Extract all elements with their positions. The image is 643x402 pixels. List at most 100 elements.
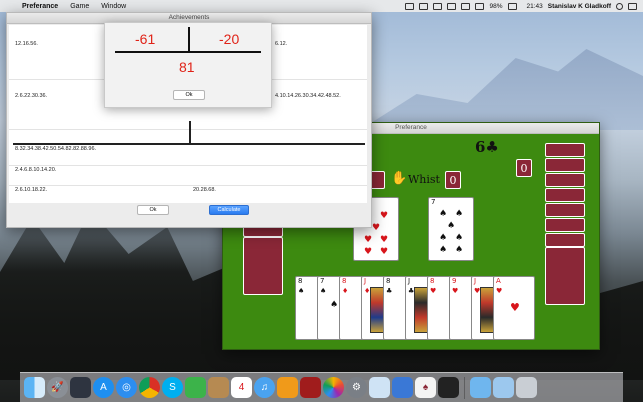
left-player-card-back (243, 237, 283, 295)
card-rank: 8 (342, 277, 347, 285)
score-divider-horizontal (115, 51, 261, 53)
left-score: -61 (135, 31, 156, 47)
player-hand: 8 ♠ 7 ♠ ♠ 8 ♦ J ♦ 8 ♣ J ♣ 8 ♥ 9 ♥ J ♥ A … (295, 276, 535, 342)
launchpad-icon[interactable]: 🚀 (47, 377, 68, 398)
right-player-card-back (545, 143, 585, 157)
ok-button[interactable]: Ok (137, 205, 169, 215)
row-left-values: 2.4.6.8.10.14.20. (15, 167, 57, 173)
status-area: 98% 21:43 Stanislav K Gladkoff (405, 2, 643, 10)
dock: 🚀 A ◎ S 4 ♫ ⚙ ♠ (20, 372, 623, 402)
table-row: 8.32.34.38.42.50.54.82.82.88.96. (9, 145, 367, 166)
heart-icon: ♥ (496, 287, 503, 295)
diamond-icon: ♦ (342, 287, 349, 295)
finder-icon[interactable] (24, 377, 45, 398)
heart-icon: ♥ (364, 247, 373, 257)
heart-icon: ♥ (364, 235, 373, 245)
row-right-values: 4.10.14.26.30.34.42.48.52. (275, 93, 341, 99)
whist-label: Whist (408, 173, 440, 186)
heart-icon: ♥ (372, 223, 381, 233)
right-player-card-back (545, 218, 585, 232)
heart-icon: ♥ (380, 235, 389, 245)
row-left-values: 12.16.56. (15, 41, 38, 47)
xcode-icon[interactable] (392, 377, 413, 398)
clock[interactable]: 21:43 (527, 3, 543, 10)
notes-icon[interactable] (208, 377, 229, 398)
whist-count-badge: 0 (445, 171, 461, 189)
card-rank: 8 (298, 277, 303, 285)
row-right-values: 20.28.68. (193, 187, 216, 193)
notification-center-icon[interactable] (628, 2, 637, 10)
heart-icon: ♥ (430, 287, 437, 295)
volume-icon[interactable] (475, 2, 485, 10)
dropbox-icon[interactable] (419, 2, 429, 10)
photo-booth-icon[interactable] (300, 377, 321, 398)
chrome-icon[interactable] (139, 377, 160, 398)
safari-icon[interactable]: ◎ (116, 377, 137, 398)
downloads-icon[interactable] (493, 377, 514, 398)
terminal-icon[interactable] (438, 377, 459, 398)
calendar-icon[interactable]: 4 (231, 377, 252, 398)
popup-ok-button[interactable]: Ok (173, 90, 205, 100)
bluetooth-icon[interactable] (447, 2, 457, 10)
spade-icon: ♠ (455, 245, 464, 255)
app-menu[interactable]: Preferance (16, 3, 64, 10)
mountain-silhouette (360, 49, 643, 130)
right-player-card-back (545, 173, 585, 187)
trick-card-spades: 7 ♠ ♠ ♠ ♠ ♠ ♠ ♠ (428, 197, 474, 261)
trash-icon[interactable] (516, 377, 537, 398)
table-row: 2.6.10.18.22. 20.28.68. (9, 185, 367, 203)
card-rank: 7 (320, 277, 325, 285)
spade-icon: ♠ (330, 300, 339, 310)
screen-icon[interactable] (405, 2, 415, 10)
card-rank: J (364, 277, 367, 285)
folder-icon[interactable] (470, 377, 491, 398)
user-name[interactable]: Stanislav K Gladkoff (548, 3, 611, 10)
spade-icon: ♠ (298, 287, 305, 295)
card-rank: 8 (430, 277, 435, 285)
wifi-icon[interactable] (461, 2, 471, 10)
skype-icon[interactable]: S (162, 377, 183, 398)
spade-icon: ♠ (439, 209, 448, 219)
preferance-icon[interactable]: ♠ (415, 377, 436, 398)
score-divider-vertical (189, 121, 191, 143)
spade-icon: ♠ (455, 209, 464, 219)
score-popup: -61 -20 81 Ok (104, 22, 272, 108)
calculate-button[interactable]: Calculate (209, 205, 249, 215)
right-player-card-back (545, 158, 585, 172)
facetime-icon[interactable] (185, 377, 206, 398)
hand-card[interactable]: A ♥ ♥ (493, 276, 535, 340)
game-menu[interactable]: Game (64, 3, 95, 10)
photos-icon[interactable] (323, 377, 344, 398)
right-player-card-back (545, 203, 585, 217)
card-rank: J (474, 277, 477, 285)
mission-control-icon[interactable] (70, 377, 91, 398)
system-preferences-icon[interactable]: ⚙ (346, 377, 367, 398)
heart-icon: ♥ (380, 211, 389, 221)
club-icon: ♣ (386, 287, 393, 295)
spotlight-icon[interactable] (616, 2, 623, 10)
card-rank: 8 (386, 277, 391, 285)
spade-icon: ♠ (439, 245, 448, 255)
dock-separator (464, 376, 465, 399)
right-score: -20 (219, 31, 240, 47)
itunes-icon[interactable]: ♫ (254, 377, 275, 398)
total-score: 81 (179, 59, 195, 75)
battery-percent[interactable]: 98% (489, 3, 502, 10)
heart-icon: ♥ (380, 247, 389, 257)
window-menu[interactable]: Window (95, 3, 132, 10)
time-machine-icon[interactable] (433, 2, 443, 10)
heart-icon: ♥ (452, 287, 459, 295)
spade-icon: ♠ (439, 233, 448, 243)
ibooks-icon[interactable] (277, 377, 298, 398)
card-rank: 9 (452, 277, 457, 285)
spade-icon: ♠ (447, 221, 456, 231)
contract-label: 6♣ (475, 138, 499, 156)
battery-icon[interactable] (507, 2, 517, 10)
row-right-values: 6.12. (275, 41, 288, 47)
row-left-values: 2.6.22.30.36. (15, 93, 48, 99)
right-player-count-badge: 0 (516, 159, 532, 177)
preview-icon[interactable] (369, 377, 390, 398)
spade-icon: ♠ (320, 287, 327, 295)
score-divider-vertical (188, 27, 190, 53)
app-store-icon[interactable]: A (93, 377, 114, 398)
